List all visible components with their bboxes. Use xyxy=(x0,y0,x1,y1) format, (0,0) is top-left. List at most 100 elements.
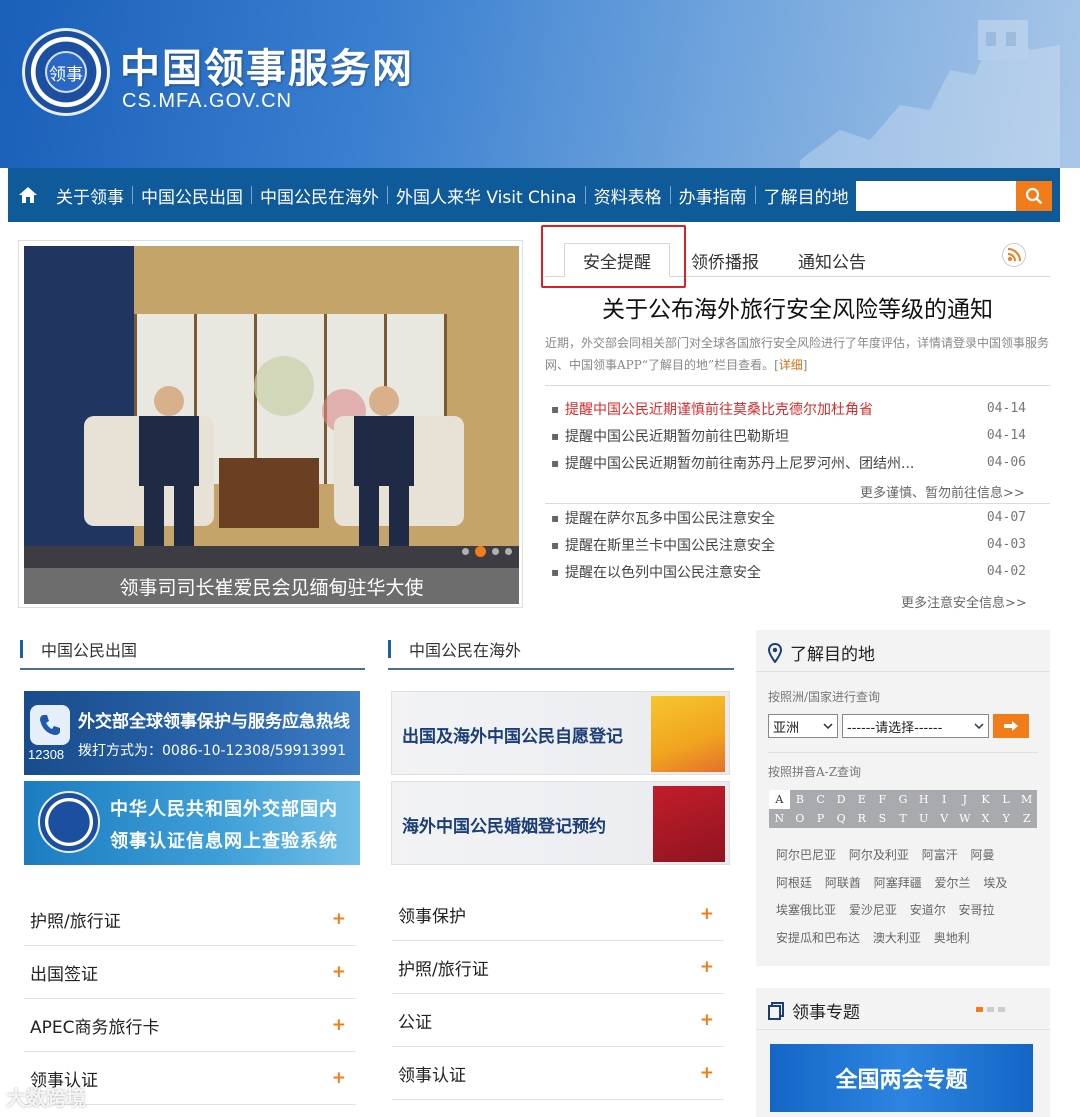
pinyin-letter-l[interactable]: L xyxy=(996,790,1017,809)
pinyin-letter-k[interactable]: K xyxy=(975,790,996,809)
country-link[interactable]: 阿塞拜疆 xyxy=(874,876,922,890)
country-link[interactable]: 阿尔巴尼亚 xyxy=(776,848,836,862)
nav-item-forms[interactable]: 资料表格 xyxy=(586,168,670,222)
pinyin-letter-c[interactable]: C xyxy=(810,790,831,809)
hotline-banner[interactable]: 12308 外交部全球领事保护与服务应急热线 拨打方式为：0086-10-123… xyxy=(24,691,360,775)
pinyin-letter-y[interactable]: Y xyxy=(996,809,1017,828)
link-apec-card[interactable]: APEC商务旅行卡 + xyxy=(24,999,356,1052)
pinyin-letter-e[interactable]: E xyxy=(851,790,872,809)
pinyin-letter-o[interactable]: O xyxy=(790,809,811,828)
country-link[interactable]: 安道尔 xyxy=(910,903,946,917)
nav-item-going-abroad[interactable]: 中国公民出国 xyxy=(133,168,251,222)
link-notarization[interactable]: 公证 + xyxy=(392,994,724,1047)
detail-link[interactable]: 详细 xyxy=(779,358,803,372)
country-link[interactable]: 奥地利 xyxy=(934,931,970,945)
rss-button[interactable] xyxy=(1002,243,1026,267)
voluntary-registration-banner[interactable]: 出国及海外中国公民自愿登记 xyxy=(391,691,730,775)
link-passport[interactable]: 护照/旅行证 + xyxy=(392,941,724,994)
nav-item-destinations[interactable]: 了解目的地 xyxy=(756,168,857,222)
country-link[interactable]: 埃塞俄比亚 xyxy=(776,903,836,917)
slider-caption[interactable]: 领事司司长崔爱民会见缅甸驻华大使 xyxy=(24,568,519,604)
site-title[interactable]: 中国领事服务网 xyxy=(120,36,414,94)
link-consular-certification[interactable]: 领事认证 + xyxy=(392,1047,724,1100)
link-passport[interactable]: 护照/旅行证 + xyxy=(24,893,356,946)
list-item[interactable]: ▪ 提醒中国公民近期暂勿前往巴勒斯坦 04-14 xyxy=(551,422,1026,449)
list-item[interactable]: ▪ 提醒中国公民近期暂勿前往南苏丹上尼罗河州、团结州... 04-06 xyxy=(551,449,1026,476)
country-link[interactable]: 澳大利亚 xyxy=(873,931,921,945)
nav-item-guide[interactable]: 办事指南 xyxy=(671,168,755,222)
country-link[interactable]: 安哥拉 xyxy=(959,903,995,917)
pinyin-letter-t[interactable]: T xyxy=(893,809,914,828)
pager-dot[interactable] xyxy=(987,1007,994,1012)
pinyin-letter-u[interactable]: U xyxy=(913,809,934,828)
country-link[interactable]: 爱沙尼亚 xyxy=(849,903,897,917)
pinyin-letter-d[interactable]: D xyxy=(831,790,852,809)
list-item[interactable]: ▪ 提醒在斯里兰卡中国公民注意安全 04-03 xyxy=(551,531,1026,558)
slider-photo[interactable] xyxy=(24,246,519,568)
country-link[interactable]: 阿曼 xyxy=(971,848,995,862)
continent-query-label: 按照洲/国家进行查询 xyxy=(768,690,881,704)
pinyin-letter-p[interactable]: P xyxy=(810,809,831,828)
country-link[interactable]: 阿富汗 xyxy=(922,848,958,862)
nav-home[interactable] xyxy=(8,168,48,222)
pinyin-letter-h[interactable]: H xyxy=(913,790,934,809)
pager-dot-active[interactable] xyxy=(976,1007,983,1012)
list-item[interactable]: ▪ 提醒在以色列中国公民注意安全 04-02 xyxy=(551,558,1026,585)
pinyin-letter-v[interactable]: V xyxy=(934,809,955,828)
country-link[interactable]: 埃及 xyxy=(983,876,1007,890)
section-title[interactable]: 中国公民在海外 xyxy=(409,637,521,661)
pinyin-letter-w[interactable]: W xyxy=(955,809,976,828)
news-slider[interactable]: 领事司司长崔爱民会见缅甸驻华大使 xyxy=(18,240,523,608)
certification-check-banner[interactable]: 中华人民共和国外交部国内 领事认证信息网上查验系统 xyxy=(24,781,360,865)
country-link[interactable]: 爱尔兰 xyxy=(935,876,971,890)
safety-more-link[interactable]: 更多注意安全信息>> xyxy=(901,592,1027,611)
pinyin-letter-r[interactable]: R xyxy=(851,809,872,828)
section-title[interactable]: 中国公民出国 xyxy=(41,637,137,661)
notice-summary: 近期，外交部会同相关部门对全球各国旅行安全风险进行了年度评估，详情请登录中国领事… xyxy=(545,336,1050,372)
marriage-registration-banner[interactable]: 海外中国公民婚姻登记预约 xyxy=(391,781,730,865)
link-visa[interactable]: 出国签证 + xyxy=(24,946,356,999)
pinyin-letter-q[interactable]: Q xyxy=(831,809,852,828)
search-input[interactable] xyxy=(856,181,1016,211)
document-stack-icon xyxy=(768,1001,784,1020)
pinyin-letter-s[interactable]: S xyxy=(872,809,893,828)
tab-notices[interactable]: 通知公告 xyxy=(780,243,884,277)
link-consular-protection[interactable]: 领事保护 + xyxy=(392,888,724,941)
continent-select[interactable]: 亚洲 xyxy=(768,714,838,738)
pinyin-letter-i[interactable]: I xyxy=(934,790,955,809)
slider-dot[interactable] xyxy=(462,548,469,555)
notice-headline[interactable]: 关于公布海外旅行安全风险等级的通知 xyxy=(545,290,1050,324)
pinyin-letter-a[interactable]: A xyxy=(769,790,790,809)
search-button[interactable] xyxy=(1016,181,1052,211)
pinyin-letter-x[interactable]: X xyxy=(975,809,996,828)
country-select[interactable]: ------请选择------ xyxy=(842,714,989,738)
list-item[interactable]: ▪ 提醒中国公民近期谨慎前往莫桑比克德尔加杜角省 04-14 xyxy=(551,395,1026,422)
warnings-more-link[interactable]: 更多谨慎、暂勿前往信息>> xyxy=(860,482,1025,501)
nav-item-about-consular[interactable]: 关于领事 xyxy=(48,168,132,222)
consular-seal-logo[interactable]: 领事 xyxy=(22,28,110,116)
pinyin-letter-b[interactable]: B xyxy=(790,790,811,809)
country-link[interactable]: 阿根廷 xyxy=(776,876,812,890)
list-item[interactable]: ▪ 提醒在萨尔瓦多中国公民注意安全 04-07 xyxy=(551,504,1026,531)
slider-dot-active[interactable] xyxy=(475,546,486,557)
pinyin-letter-m[interactable]: M xyxy=(1016,790,1037,809)
seal-text: 领事 xyxy=(45,51,87,93)
nav-item-citizens-overseas[interactable]: 中国公民在海外 xyxy=(252,168,387,222)
pinyin-letter-n[interactable]: N xyxy=(769,809,790,828)
topic-banner-two-sessions[interactable]: 全国两会专题 xyxy=(770,1044,1033,1112)
slider-dot[interactable] xyxy=(505,548,512,555)
pinyin-letter-j[interactable]: J xyxy=(955,790,976,809)
country-link[interactable]: 阿尔及利亚 xyxy=(849,848,909,862)
tab-overseas-news[interactable]: 领侨播报 xyxy=(673,243,777,277)
country-link[interactable]: 阿联酋 xyxy=(825,876,861,890)
pager-dot[interactable] xyxy=(998,1007,1005,1012)
country-link[interactable]: 安提瓜和巴布达 xyxy=(776,931,860,945)
pinyin-letter-g[interactable]: G xyxy=(893,790,914,809)
pinyin-letter-z[interactable]: Z xyxy=(1016,809,1037,828)
safety-title: 提醒在斯里兰卡中国公民注意安全 xyxy=(565,537,775,554)
pinyin-letter-f[interactable]: F xyxy=(872,790,893,809)
slider-dot[interactable] xyxy=(492,548,499,555)
go-button[interactable] xyxy=(993,714,1029,738)
nav-item-visit-china[interactable]: 外国人来华 Visit China xyxy=(388,168,585,222)
site-url[interactable]: CS.MFA.GOV.CN xyxy=(122,90,292,113)
